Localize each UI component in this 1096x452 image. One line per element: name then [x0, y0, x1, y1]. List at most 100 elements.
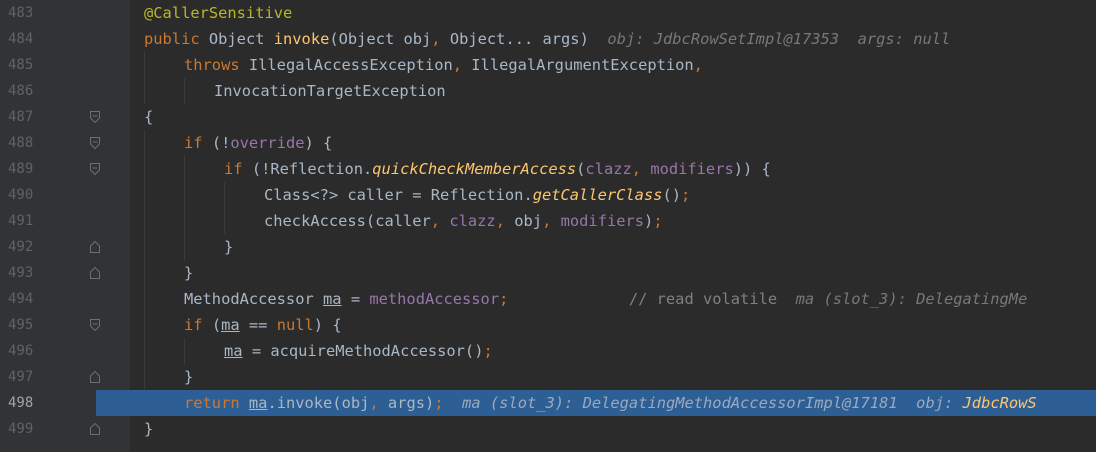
code-line-486[interactable]: 486 InvocationTargetException — [0, 78, 1096, 104]
code-line-495[interactable]: 495 if (ma == null) { — [0, 312, 1096, 338]
code-line-483[interactable]: 483 @CallerSensitive — [0, 0, 1096, 26]
fold-start-icon[interactable] — [89, 318, 101, 332]
code-token: Class<?> caller = Reflection. — [264, 186, 533, 204]
code-token: == — [239, 316, 277, 334]
keyword-token: if — [224, 160, 243, 178]
code-line-496[interactable]: 496 ma = acquireMethodAccessor(); — [0, 338, 1096, 364]
indent-guide — [144, 52, 145, 78]
code-line-493[interactable]: 493 } — [0, 260, 1096, 286]
code-token: } — [144, 420, 154, 438]
keyword-token: null — [276, 316, 314, 334]
fold-end-icon[interactable] — [89, 370, 101, 384]
code-text: if (!override) { — [184, 130, 332, 156]
code-text: InvocationTargetException — [214, 78, 446, 104]
semicolon-token: ; — [483, 342, 493, 360]
line-number: 491 — [8, 213, 34, 229]
code-line-485[interactable]: 485 throws IllegalAccessException, Illeg… — [0, 52, 1096, 78]
code-token: )) { — [733, 160, 771, 178]
comma-token: , — [431, 30, 441, 48]
code-line-499[interactable]: 499 } — [0, 416, 1096, 442]
code-text: MethodAccessor ma = methodAccessor; // r… — [184, 286, 1027, 312]
code-token: Object — [199, 30, 274, 48]
field-token: override — [230, 134, 305, 152]
line-number: 483 — [8, 5, 34, 21]
keyword-token: public — [144, 30, 200, 48]
code-token: checkAccess(caller — [264, 212, 431, 230]
debug-hint-label: obj: — [916, 394, 954, 412]
code-text: checkAccess(caller, clazz, obj, modifier… — [264, 208, 663, 234]
line-number: 499 — [8, 421, 34, 437]
indent-guide — [144, 364, 145, 390]
code-text: } — [184, 364, 193, 390]
code-text: public Object invoke(Object obj, Object.… — [144, 26, 950, 52]
code-line-497[interactable]: 497 } — [0, 364, 1096, 390]
code-token: ) { — [304, 134, 333, 152]
keyword-token: if — [184, 134, 203, 152]
indent-guide — [184, 182, 185, 208]
code-text: @CallerSensitive — [144, 0, 292, 26]
code-token: () — [662, 186, 681, 204]
code-token: ( — [202, 316, 222, 334]
comment-token: // read volatile — [628, 290, 778, 308]
variable-token: ma — [323, 290, 342, 308]
debug-hint-label: obj: — [607, 30, 645, 48]
annotation-token: @CallerSensitive — [144, 4, 293, 22]
line-number: 489 — [8, 161, 34, 177]
code-token: { — [144, 108, 154, 126]
fold-start-icon[interactable] — [89, 162, 101, 176]
semicolon-token: ; — [653, 212, 663, 230]
code-editor[interactable]: 483 @CallerSensitive 484 public Object i… — [0, 0, 1096, 452]
code-text: Class<?> caller = Reflection.getCallerCl… — [264, 182, 690, 208]
line-number: 495 — [8, 317, 34, 333]
comma-token: , — [430, 212, 441, 230]
indent-guide — [184, 208, 185, 234]
indent-guide — [144, 78, 145, 104]
line-number: 485 — [8, 57, 34, 73]
variable-token: ma — [248, 394, 268, 412]
code-token: ) { — [313, 316, 342, 334]
indent-guide — [224, 208, 225, 234]
line-number: 497 — [8, 369, 34, 385]
variable-token: ma — [221, 316, 240, 334]
fold-end-icon[interactable] — [89, 266, 101, 280]
indent-guide — [144, 234, 145, 260]
code-token: } — [184, 368, 194, 386]
fold-start-icon[interactable] — [89, 136, 101, 150]
code-token: (!Reflection. — [242, 160, 373, 178]
comma-token: , — [542, 212, 552, 230]
code-token: IllegalArgumentException — [462, 56, 694, 74]
line-number: 486 — [8, 83, 34, 99]
line-number: 494 — [8, 291, 34, 307]
code-line-491[interactable]: 491 checkAccess(caller, clazz, obj, modi… — [0, 208, 1096, 234]
keyword-token: throws — [184, 56, 240, 74]
code-token: obj — [504, 212, 543, 230]
debug-hint-label: ma (slot_3): — [795, 290, 907, 308]
code-line-494[interactable]: 494 MethodAccessor ma = methodAccessor; … — [0, 286, 1096, 312]
comma-token: , — [631, 160, 642, 178]
code-line-489[interactable]: 489 if (!Reflection.quickCheckMemberAcce… — [0, 156, 1096, 182]
fold-end-icon[interactable] — [89, 422, 101, 436]
fold-start-icon[interactable] — [89, 110, 101, 124]
field-token: modifiers — [560, 212, 645, 230]
code-line-498-current[interactable]: 498 return ma.invoke(obj, args); ma (slo… — [0, 390, 1096, 416]
indent-guide — [184, 156, 185, 182]
debug-hint-value: JdbcRowS — [962, 394, 1037, 412]
code-line-488[interactable]: 488 if (!override) { — [0, 130, 1096, 156]
code-text: } — [144, 416, 153, 442]
code-token: args) — [378, 394, 435, 412]
code-token: = acquireMethodAccessor() — [242, 342, 484, 360]
code-token: = — [341, 290, 370, 308]
comma-token: , — [369, 394, 379, 412]
fold-end-icon[interactable] — [89, 240, 101, 254]
line-number: 488 — [8, 135, 34, 151]
method-name-token: invoke — [273, 30, 330, 48]
indent-guide — [144, 156, 145, 182]
code-token: MethodAccessor — [184, 290, 323, 308]
code-line-492[interactable]: 492 } — [0, 234, 1096, 260]
indent-guide — [144, 312, 145, 338]
code-line-484[interactable]: 484 public Object invoke(Object obj, Obj… — [0, 26, 1096, 52]
debug-hint-value: JdbcRowSetImpl@17353 — [653, 30, 840, 48]
indent-guide — [144, 182, 145, 208]
code-line-490[interactable]: 490 Class<?> caller = Reflection.getCall… — [0, 182, 1096, 208]
code-line-487[interactable]: 487 { — [0, 104, 1096, 130]
